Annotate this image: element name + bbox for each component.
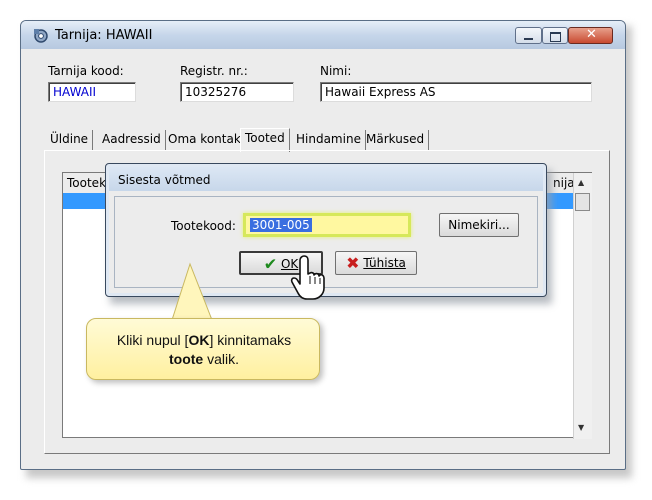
product-code-label: Tootekood: bbox=[171, 219, 236, 233]
close-button[interactable]: ✕ bbox=[568, 27, 613, 44]
callout-text-part: valik. bbox=[203, 351, 239, 367]
scroll-down-icon[interactable]: ▼ bbox=[578, 423, 584, 432]
hand-pointer-icon bbox=[290, 255, 325, 300]
cancel-button-label: Tühista bbox=[363, 256, 406, 270]
tab-hindamine[interactable]: Hindamine bbox=[292, 130, 366, 150]
scroll-up-icon[interactable]: ▲ bbox=[578, 178, 584, 187]
callout-bold-ok: OK bbox=[188, 332, 210, 348]
reg-number-label: Registr. nr.: bbox=[180, 64, 248, 78]
tab-tooted[interactable]: Tooted bbox=[240, 128, 290, 152]
scroll-thumb[interactable] bbox=[575, 193, 590, 211]
grid-column-product[interactable]: Tootek bbox=[67, 176, 106, 190]
name-field[interactable]: Hawaii Express AS bbox=[320, 82, 592, 102]
dialog-title: Sisesta võtmed bbox=[118, 173, 211, 187]
supplier-code-field[interactable]: HAWAII bbox=[48, 82, 136, 102]
close-icon: ✕ bbox=[586, 27, 597, 42]
callout-text-part: Kliki nupul [ bbox=[116, 332, 189, 348]
callout-pointer bbox=[171, 262, 213, 321]
supplier-code-label: Tarnija kood: bbox=[48, 64, 124, 78]
minimize-icon bbox=[524, 38, 533, 40]
grid-column-supplier[interactable]: nija bbox=[553, 176, 575, 190]
app-icon bbox=[34, 29, 48, 43]
checkmark-icon: ✔ bbox=[263, 254, 278, 274]
tab-uldine[interactable]: Üldine bbox=[46, 130, 94, 150]
tab-oma-kontakt[interactable]: Oma kontakt bbox=[164, 130, 251, 150]
product-code-value: 3001-005 bbox=[250, 218, 312, 232]
product-code-input[interactable]: 3001-005 bbox=[243, 213, 411, 237]
list-button[interactable]: Nimekiri... bbox=[439, 213, 519, 237]
callout-text-part: ] kinnitamaks bbox=[209, 332, 292, 348]
cancel-button[interactable]: ✖ Tühista bbox=[335, 251, 417, 275]
minimize-button[interactable] bbox=[515, 27, 542, 44]
title-bar[interactable]: Tarnija: HAWAII ✕ bbox=[21, 21, 625, 49]
instruction-callout: Kliki nupul [OK] kinnitamaks toote valik… bbox=[86, 318, 320, 380]
window-title: Tarnija: HAWAII bbox=[55, 28, 153, 43]
tab-aadressid[interactable]: Aadressid bbox=[98, 130, 166, 150]
tab-markused[interactable]: Märkused bbox=[362, 130, 430, 150]
callout-text: Kliki nupul [OK] kinnitamaks toote valik… bbox=[87, 331, 321, 369]
name-label: Nimi: bbox=[320, 64, 352, 78]
vertical-scrollbar[interactable]: ▲ ▼ bbox=[573, 173, 592, 439]
maximize-button[interactable] bbox=[542, 27, 568, 44]
x-icon: ✖ bbox=[346, 253, 360, 273]
callout-bold-toote: toote bbox=[168, 351, 204, 367]
reg-number-field[interactable]: 10325276 bbox=[180, 82, 294, 102]
maximize-icon bbox=[550, 32, 561, 42]
